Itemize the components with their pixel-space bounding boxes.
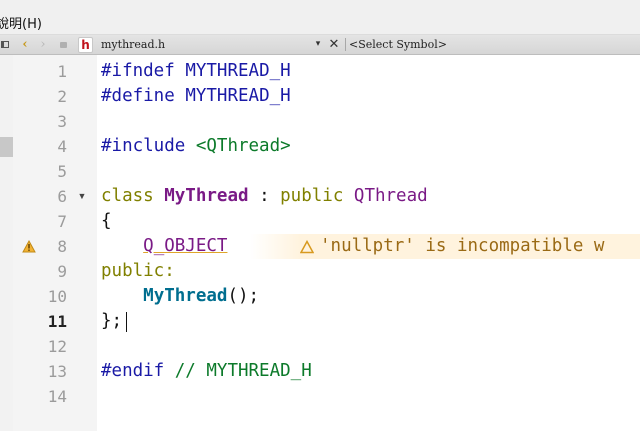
line-number: 5 [57,162,67,181]
code-line: class MyThread : public QThread [101,184,428,209]
line-number: 9 [57,262,67,281]
inline-warning-text[interactable]: 'nullptr' is incompatible w [320,234,604,259]
editor-line: 14 [0,384,640,409]
keyword: public [280,186,344,206]
line-number: 3 [57,112,67,131]
punctuation: (); [227,286,260,306]
editor-line: 2 [0,84,640,109]
code-line: public: [101,259,175,284]
class-name: MyThread [164,186,249,206]
include-header: <QThread> [195,136,291,156]
code-line: MyThread(); [101,284,259,309]
editor-line: 3 [0,109,640,134]
line-number: 2 [57,87,67,106]
chevron-down-icon[interactable]: ▾ [312,35,324,54]
editor-line: 1 [0,59,640,84]
line-number: 12 [47,337,67,356]
line-number: 7 [57,212,67,231]
warning-icon [299,239,315,254]
line-number: 13 [47,362,67,381]
header-file-icon: h [78,37,93,53]
macro-name: MYTHREAD_H [185,86,291,106]
preprocessor-directive: #include [101,136,186,156]
base-class: QThread [353,186,428,206]
line-number: 14 [47,387,67,406]
code-line: #endif // MYTHREAD_H [101,359,312,384]
warning-gutter-icon[interactable] [22,234,36,259]
lock-icon [58,35,68,54]
macro-name: MYTHREAD_H [185,61,291,81]
chevron-right-icon[interactable]: › [36,35,50,54]
open-file-name[interactable]: mythread.h [101,35,165,54]
menu-help[interactable]: 說明(H) [0,13,42,32]
constructor-name: MyThread [143,286,228,306]
split-view-icon[interactable] [0,35,10,54]
chevron-left-icon[interactable]: ‹ [18,35,32,54]
preprocessor-directive: #ifndef [101,61,175,81]
code-line: }; [101,311,123,331]
text-cursor [126,312,127,332]
current-line-number: 11 [47,312,67,331]
fold-toggle-icon[interactable]: ▼ [77,184,87,209]
macro-name: Q_OBJECT [143,236,228,256]
toolbar-separator [345,38,346,51]
code-line: #ifndef MYTHREAD_H [101,59,291,84]
preprocessor-directive: #endif [101,361,165,381]
symbol-selector[interactable]: <Select Symbol> [349,35,447,54]
preprocessor-directive: #define [101,86,175,106]
editor-line: 11 [0,309,640,334]
line-number: 1 [57,62,67,81]
code-line: Q_OBJECT [101,234,227,259]
keyword: class [101,186,154,206]
line-number: 4 [57,137,67,156]
access-specifier: public: [101,261,175,281]
editor-line: 7 [0,209,640,234]
code-line: #include <QThread> [101,134,291,159]
line-number: 10 [47,287,67,306]
comment: // MYTHREAD_H [174,361,312,381]
menu-bar: 說明(H) [0,0,640,35]
close-document-icon[interactable]: ✕ [327,35,341,54]
editor-line: 5 [0,159,640,184]
punctuation: : [248,186,281,206]
editor-line: 13 [0,359,640,384]
code-line: #define MYTHREAD_H [101,84,291,109]
editor-line: 10 [0,284,640,309]
editor-line: 4 [0,134,640,159]
editor-line: 9 [0,259,640,284]
line-number: 6 [57,187,67,206]
editor-toolbar: ‹ › h mythread.h ▾ ✕ <Select Symbol> [0,35,640,55]
code-line: { [101,211,112,231]
editor-line: 12 [0,334,640,359]
